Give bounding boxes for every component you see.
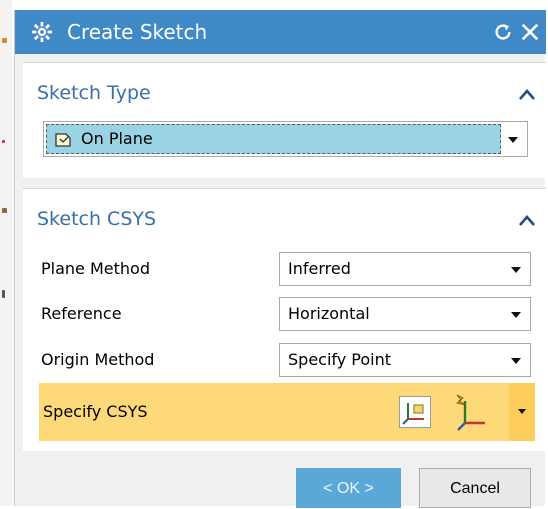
chevron-up-icon[interactable] — [518, 87, 536, 101]
specify-csys-row[interactable]: Specify CSYS — [39, 383, 535, 441]
plane-method-value: Inferred — [288, 259, 351, 278]
dialog-titlebar[interactable]: Create Sketch — [15, 10, 546, 54]
origin-method-value: Specify Point — [288, 350, 392, 369]
background-mark — [2, 208, 7, 213]
sketch-type-header[interactable]: Sketch Type — [37, 81, 151, 105]
reference-label: Reference — [41, 304, 122, 323]
ok-button[interactable]: < OK > — [296, 468, 401, 508]
create-sketch-dialog: Create Sketch Sketch Type On Plane Sketc… — [14, 10, 546, 508]
reset-icon[interactable] — [492, 21, 514, 43]
sketch-csys-section: Sketch CSYS Plane Method Inferred Refere… — [23, 188, 546, 451]
sketch-csys-header[interactable]: Sketch CSYS — [37, 207, 156, 231]
specify-csys-more-button[interactable] — [509, 383, 535, 441]
chevron-down-icon[interactable] — [508, 137, 518, 143]
chevron-down-icon — [518, 409, 526, 414]
chevron-down-icon — [511, 267, 521, 273]
sketch-type-dropdown[interactable]: On Plane — [43, 121, 528, 157]
chevron-down-icon — [511, 358, 521, 364]
dialog-title: Create Sketch — [67, 20, 208, 44]
background-mark — [2, 140, 5, 143]
plane-icon — [55, 133, 71, 147]
cancel-button[interactable]: Cancel — [419, 468, 531, 508]
background-mark — [2, 290, 5, 298]
csys-dialog-icon — [402, 403, 424, 425]
sketch-type-selected: On Plane — [46, 124, 501, 154]
plane-method-label: Plane Method — [41, 259, 150, 278]
chevron-down-icon — [511, 312, 521, 318]
inferred-csys-button[interactable] — [447, 389, 493, 435]
sketch-type-section: Sketch Type On Plane — [23, 62, 546, 178]
reference-value: Horizontal — [288, 304, 370, 323]
reference-dropdown[interactable]: Horizontal — [279, 297, 531, 331]
origin-method-label: Origin Method — [41, 350, 155, 369]
close-icon[interactable] — [519, 21, 541, 43]
inferred-csys-icon — [456, 394, 485, 431]
sketch-type-value: On Plane — [81, 129, 153, 148]
specify-csys-label: Specify CSYS — [43, 402, 148, 421]
csys-dialog-button[interactable] — [399, 396, 431, 428]
origin-method-dropdown[interactable]: Specify Point — [279, 343, 531, 377]
background-mark — [2, 38, 7, 43]
chevron-up-icon[interactable] — [518, 213, 536, 227]
plane-method-dropdown[interactable]: Inferred — [279, 252, 531, 286]
background-app-strip — [0, 0, 12, 506]
gear-icon — [31, 21, 53, 43]
